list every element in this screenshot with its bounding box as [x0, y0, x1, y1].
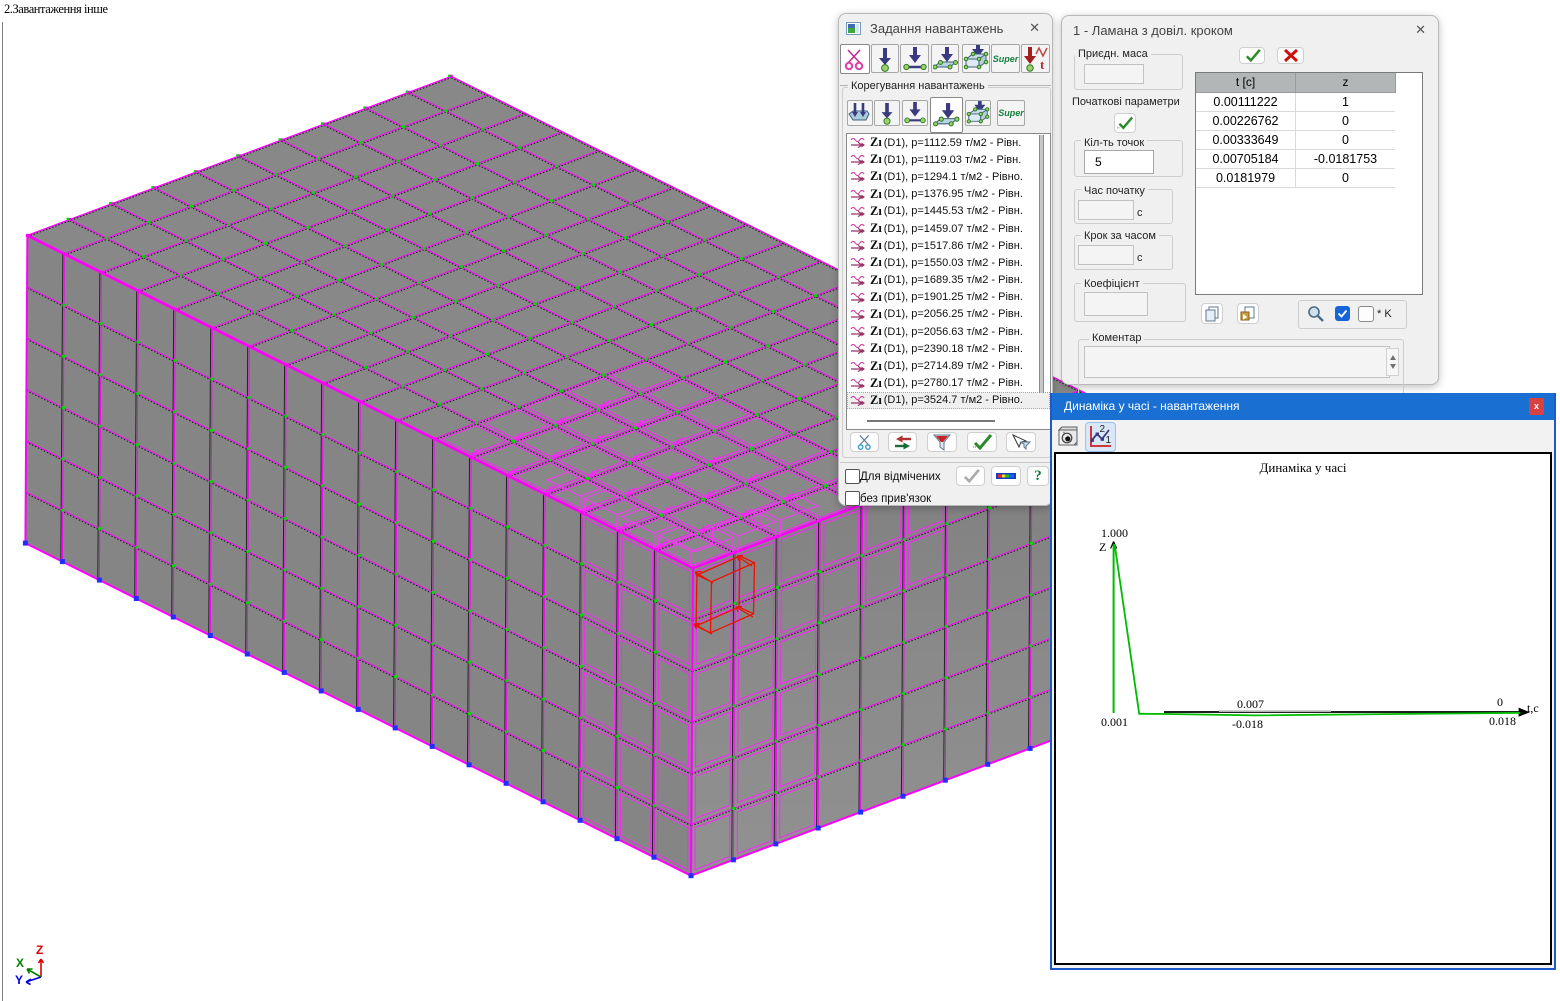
svg-text:t,c: t,c	[1527, 701, 1539, 715]
svg-text:Z: Z	[1099, 540, 1106, 554]
svg-text:Z: Z	[36, 943, 43, 957]
svg-text:0.001: 0.001	[1101, 715, 1128, 729]
svg-text:2.Завантаження інше: 2.Завантаження інше	[4, 2, 108, 16]
svg-text:1.000: 1.000	[1101, 526, 1128, 540]
svg-text:0.018: 0.018	[1489, 714, 1516, 728]
svg-text:1: 1	[1106, 435, 1112, 446]
svg-text:0.007: 0.007	[1237, 697, 1264, 711]
svg-text:t: t	[1040, 57, 1045, 72]
svg-text:0: 0	[1497, 695, 1503, 709]
svg-text:2: 2	[1100, 424, 1106, 435]
svg-text:X: X	[16, 956, 24, 970]
svg-text:-0.018: -0.018	[1232, 717, 1263, 731]
svg-text:Y: Y	[15, 973, 23, 987]
